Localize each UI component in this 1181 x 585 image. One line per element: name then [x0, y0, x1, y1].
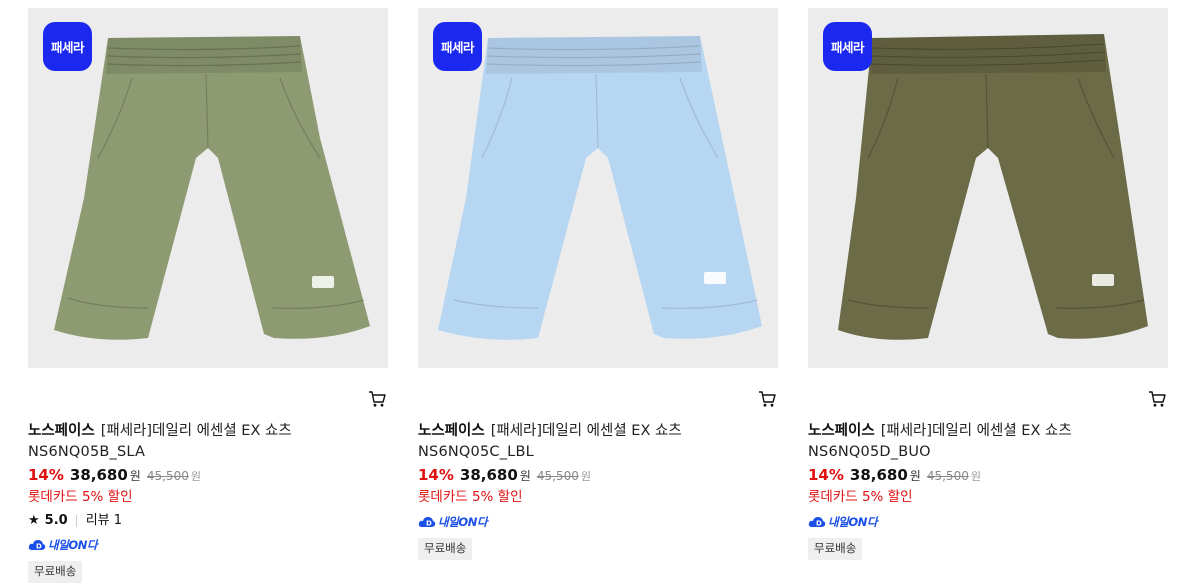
price-unit: 원: [909, 469, 921, 483]
original-price-unit: 원: [580, 470, 591, 483]
free-shipping-tag: 무료배송: [808, 538, 863, 560]
brand-name: 노스페이스: [808, 423, 875, 439]
price-unit: 원: [129, 469, 141, 483]
product-card[interactable]: 패세라 노스페이스 [패세라]데일리 에센셜 EX 쇼츠 NS6NQ05B_SLA…: [28, 8, 388, 583]
original-price: 45,500: [536, 469, 579, 483]
product-card[interactable]: 패세라 노스페이스 [패세라]데일리 에센셜 EX 쇼츠 NS6NQ05C_LBL…: [418, 8, 778, 560]
discount-percent: 14%: [28, 466, 64, 484]
review-count: 리뷰 1: [85, 513, 123, 528]
delivery-cloud-icon: D: [28, 540, 46, 551]
delivery-badge: D 내일ON다: [418, 514, 778, 530]
sale-price: 38,680: [69, 466, 128, 484]
product-title[interactable]: 노스페이스 [패세라]데일리 에센셜 EX 쇼츠: [808, 421, 1168, 441]
original-price: 45,500: [926, 469, 969, 483]
product-card[interactable]: 패세라 노스페이스 [패세라]데일리 에센셜 EX 쇼츠 NS6NQ05D_BUO…: [808, 8, 1168, 560]
original-price-unit: 원: [970, 470, 981, 483]
product-name: [패세라]데일리 에센셜 EX 쇼츠: [100, 423, 292, 439]
delivery-label: 내일ON다: [48, 538, 98, 552]
product-code: NS6NQ05B_SLA: [28, 444, 146, 460]
delivery-cloud-icon: D: [418, 517, 436, 528]
cart-icon[interactable]: [368, 390, 386, 408]
rating-line: ★ 5.0 리뷰 1: [28, 512, 388, 530]
svg-text:D: D: [816, 520, 822, 528]
card-discount: 롯데카드 5% 할인: [418, 489, 523, 505]
pasera-badge: 패세라: [823, 22, 872, 71]
svg-text:D: D: [426, 520, 432, 528]
sale-price: 38,680: [849, 466, 908, 484]
product-name: [패세라]데일리 에센셜 EX 쇼츠: [880, 423, 1072, 439]
product-grid: 패세라 노스페이스 [패세라]데일리 에센셜 EX 쇼츠 NS6NQ05B_SLA…: [0, 0, 1181, 585]
product-name: [패세라]데일리 에센셜 EX 쇼츠: [490, 423, 682, 439]
brand-name: 노스페이스: [418, 423, 485, 439]
price-line: 14% 38,680 원 45,500 원: [28, 465, 388, 487]
product-title[interactable]: 노스페이스 [패세라]데일리 에센셜 EX 쇼츠: [418, 421, 778, 441]
card-discount: 롯데카드 5% 할인: [808, 489, 913, 505]
product-title[interactable]: 노스페이스 [패세라]데일리 에센셜 EX 쇼츠: [28, 421, 388, 441]
delivery-badge: D 내일ON다: [808, 514, 1168, 530]
cart-icon[interactable]: [1148, 390, 1166, 408]
free-shipping-tag: 무료배송: [28, 561, 83, 583]
delivery-label: 내일ON다: [438, 515, 488, 529]
delivery-cloud-icon: D: [808, 517, 826, 528]
price-line: 14% 38,680 원 45,500 원: [808, 465, 1168, 487]
pasera-badge: 패세라: [43, 22, 92, 71]
discount-percent: 14%: [808, 466, 844, 484]
product-image[interactable]: 패세라: [418, 8, 778, 368]
product-image[interactable]: 패세라: [808, 8, 1168, 368]
product-code: NS6NQ05C_LBL: [418, 444, 534, 460]
cart-icon[interactable]: [758, 390, 776, 408]
original-price: 45,500: [146, 469, 189, 483]
delivery-badge: D 내일ON다: [28, 537, 388, 553]
card-discount: 롯데카드 5% 할인: [28, 489, 133, 505]
price-unit: 원: [519, 469, 531, 483]
delivery-label: 내일ON다: [828, 515, 878, 529]
free-shipping-tag: 무료배송: [418, 538, 473, 560]
price-line: 14% 38,680 원 45,500 원: [418, 465, 778, 487]
star-icon: ★: [28, 513, 40, 528]
divider: [75, 515, 77, 527]
original-price-unit: 원: [190, 470, 201, 483]
product-code: NS6NQ05D_BUO: [808, 444, 931, 460]
rating-score: 5.0: [44, 513, 68, 528]
sale-price: 38,680: [459, 466, 518, 484]
discount-percent: 14%: [418, 466, 454, 484]
brand-name: 노스페이스: [28, 423, 95, 439]
pasera-badge: 패세라: [433, 22, 482, 71]
svg-text:D: D: [36, 543, 42, 551]
product-image[interactable]: 패세라: [28, 8, 388, 368]
